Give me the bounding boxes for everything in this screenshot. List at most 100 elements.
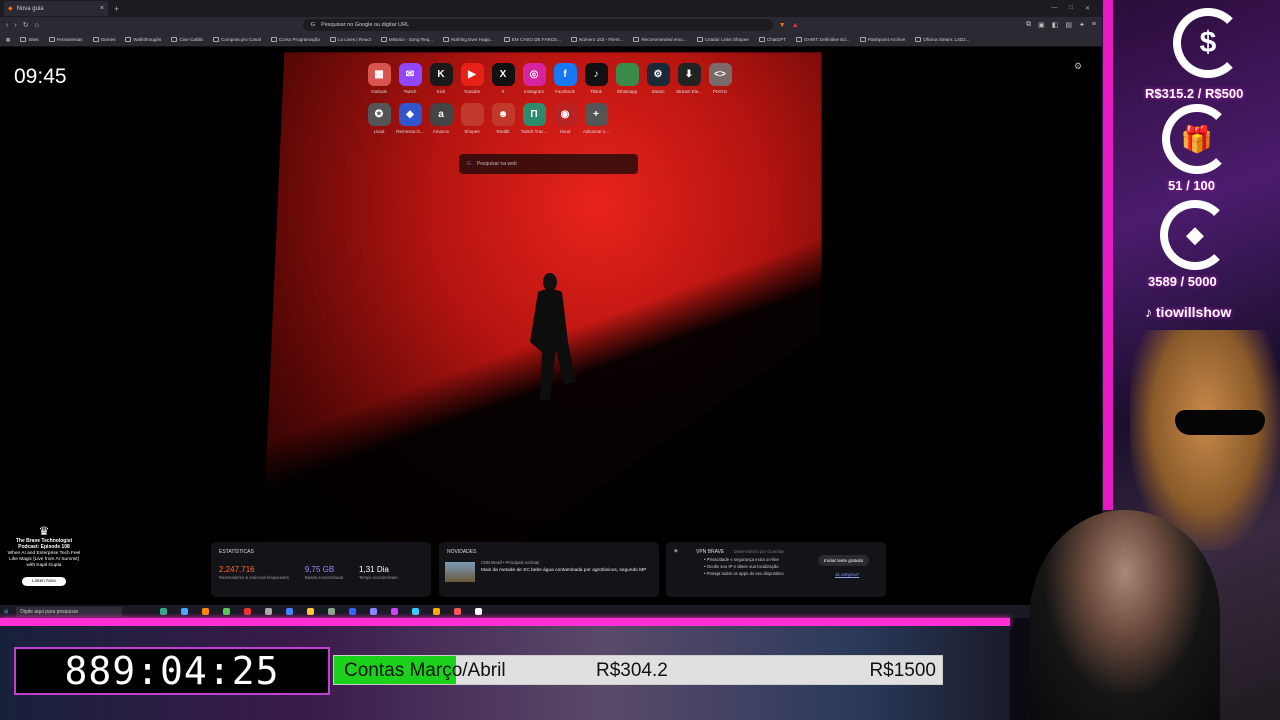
taskbar-app-icon[interactable] [265, 608, 273, 615]
extensions-icon[interactable]: ⧉ [1026, 21, 1031, 29]
bookmark-item[interactable]: Criador Links Shopee [696, 37, 749, 42]
dog-sunglasses [1175, 410, 1265, 435]
already-purchased-link[interactable]: Já comprou? [835, 572, 859, 577]
bookmark-item[interactable]: Nothing Ever Happ... [443, 37, 494, 42]
kick-icon: K [429, 63, 453, 86]
taskbar-app-icon[interactable] [349, 608, 357, 615]
new-tab-button[interactable]: + [114, 4, 119, 14]
bookmark-item[interactable]: Lu Lives | React [330, 37, 371, 42]
close-tab-icon[interactable]: × [100, 5, 104, 12]
top-site-tile[interactable]: ▶ Youtube [459, 63, 485, 94]
goal-target: R$1500 [869, 660, 936, 681]
bookmark-label: Cine Cabilo [179, 37, 204, 42]
leo-icon[interactable]: ✦ [1079, 21, 1085, 29]
taskbar-app-icon[interactable] [160, 608, 168, 615]
bookmark-item[interactable]: Ferramentas [48, 37, 83, 42]
address-bar[interactable]: G Pesquisar no Google ou digitar URL [302, 19, 773, 31]
news-card[interactable]: NOVIDADES CNN Brasil • Principais notíci… [439, 542, 659, 597]
bookmark-item[interactable]: ChatGPT [758, 37, 786, 42]
top-site-tile[interactable]: ◉ Hood [552, 103, 578, 134]
taskbar-app-icon[interactable] [181, 608, 189, 615]
folder-icon [48, 37, 55, 42]
taskbar-app-icon[interactable] [286, 608, 294, 615]
taskbar-app-icon[interactable] [412, 608, 420, 615]
top-site-tile[interactable]: ✉ Twitch [397, 63, 423, 94]
top-site-tile[interactable]: ♪ Tiktok [583, 63, 609, 94]
top-site-tile[interactable]: + Adicionar s... [583, 103, 609, 134]
bookmark-item[interactable]: Flashpoint Archive [859, 37, 905, 42]
tab-new[interactable]: ◆ Nova guia × [4, 1, 108, 16]
apps-icon[interactable]: ▦ [6, 37, 10, 43]
bookmark-item[interactable]: Recommended emu... [633, 37, 687, 42]
bookmark-item[interactable]: EM CASO DE FARCE... [503, 37, 561, 42]
rank-icon: ◆ [1160, 200, 1230, 270]
top-site-tile[interactable]: f Facebook [552, 63, 578, 94]
listen-now-button[interactable]: Listen Now [22, 577, 66, 586]
top-site-tile[interactable]: K Kick [428, 63, 454, 94]
reload-icon[interactable]: ↻ [23, 21, 29, 29]
dollar-icon: $ [1173, 8, 1243, 78]
bookmark-item[interactable]: Games [92, 37, 115, 42]
taskbar-app-icon[interactable] [475, 608, 483, 615]
free-trial-button[interactable]: Iniciar teste gratuito [818, 555, 870, 566]
top-site-tile[interactable]: ◆ Remessa O... [396, 103, 424, 134]
top-site-tile[interactable]: XX [490, 63, 516, 94]
bookmark-item[interactable]: Walkthroughs [125, 37, 161, 42]
bookmark-item[interactable]: Cine Cabilo [171, 37, 203, 42]
taskbar-app-icon[interactable] [202, 608, 210, 615]
taskbar-app-icon[interactable] [328, 608, 336, 615]
menu-icon[interactable]: ≡ [1092, 21, 1096, 29]
folder-icon [270, 37, 277, 42]
brave-rewards-icon[interactable]: ▲ [792, 22, 799, 29]
taskbar-app-icon[interactable] [454, 608, 462, 615]
news-headline[interactable]: Mais da metade de SC bebe água contamina… [481, 568, 651, 574]
close-window-icon[interactable]: ✕ [1085, 5, 1090, 12]
brave-shields-icon[interactable]: ▼ [779, 22, 786, 29]
top-site-tile[interactable]: ▦ Outlook [366, 63, 392, 94]
home-icon[interactable]: ⌂ [35, 22, 39, 29]
stat-label: Tempo economizado [359, 575, 398, 580]
minimize-icon[interactable]: — [1051, 5, 1057, 12]
top-site-tile[interactable]: ⚙ Steam [645, 63, 671, 94]
bookmark-item[interactable]: Oficina Steam::L4D2... [915, 37, 969, 42]
gift-icon: 🎁 [1162, 104, 1232, 174]
back-icon[interactable]: ‹ [6, 22, 8, 29]
top-site-tile[interactable]: ✪ Livad [366, 103, 392, 134]
vpn-header: VPN BRAVE [696, 549, 725, 555]
sidebar-icon[interactable]: ◧ [1052, 21, 1059, 29]
top-site-tile[interactable]: ⬇ Stream Ele... [676, 63, 702, 94]
top-site-tile[interactable]: a Amazon [428, 103, 454, 134]
gear-icon[interactable]: ⚙ [1074, 61, 1082, 72]
tile-label: Outlook [371, 89, 387, 94]
bookmark-item[interactable]: Sites [20, 37, 39, 42]
bookmark-item[interactable]: MissXix - Song Req... [380, 37, 433, 42]
top-site-tile[interactable]: Π Twitch Trac... [521, 103, 547, 134]
top-site-tile[interactable]: <> PIXGG [707, 63, 733, 94]
taskbar-app-icon[interactable] [223, 608, 231, 615]
taskbar-app-icon[interactable] [244, 608, 252, 615]
bookmark-item[interactable]: Curso Programação [270, 37, 320, 42]
taskbar-search[interactable]: Digite aqui para pesquisar [16, 606, 123, 617]
web-search-box[interactable]: G Pesquisar na web [459, 154, 638, 174]
hood-icon: ◉ [553, 103, 577, 126]
stat-label: Banda economizada [304, 575, 344, 580]
windows-start-icon[interactable]: ⊞ [4, 609, 8, 615]
reader-icon[interactable]: ▤ [1065, 21, 1072, 29]
taskbar-app-icon[interactable] [307, 608, 315, 615]
taskbar-app-icon[interactable] [433, 608, 441, 615]
bookmark-item[interactable]: Número 153 - Filent... [571, 37, 623, 42]
maximize-icon[interactable]: □ [1069, 5, 1073, 12]
taskbar-app-icon[interactable] [370, 608, 378, 615]
tiktok-handle: ♪ tiowillshow [1145, 304, 1231, 320]
bookmark-label: Criador Links Shopee [704, 37, 749, 42]
top-site-tile[interactable]: ☻ Reddit [490, 103, 516, 134]
top-site-tile[interactable]: Whatsapp [614, 63, 640, 94]
wallet-icon[interactable]: ▣ [1038, 21, 1045, 29]
bookmark-item[interactable]: GHWT: Definitive Ed... [795, 37, 850, 42]
top-site-tile[interactable]: Shopee [459, 103, 485, 134]
taskbar-app-icon[interactable] [391, 608, 399, 615]
bookmark-label: EM CASO DE FARCE... [511, 37, 561, 42]
bookmark-item[interactable]: Compras pro Canal [213, 37, 261, 42]
forward-icon[interactable]: › [14, 22, 16, 29]
top-site-tile[interactable]: ◎ Instagram [521, 63, 547, 94]
